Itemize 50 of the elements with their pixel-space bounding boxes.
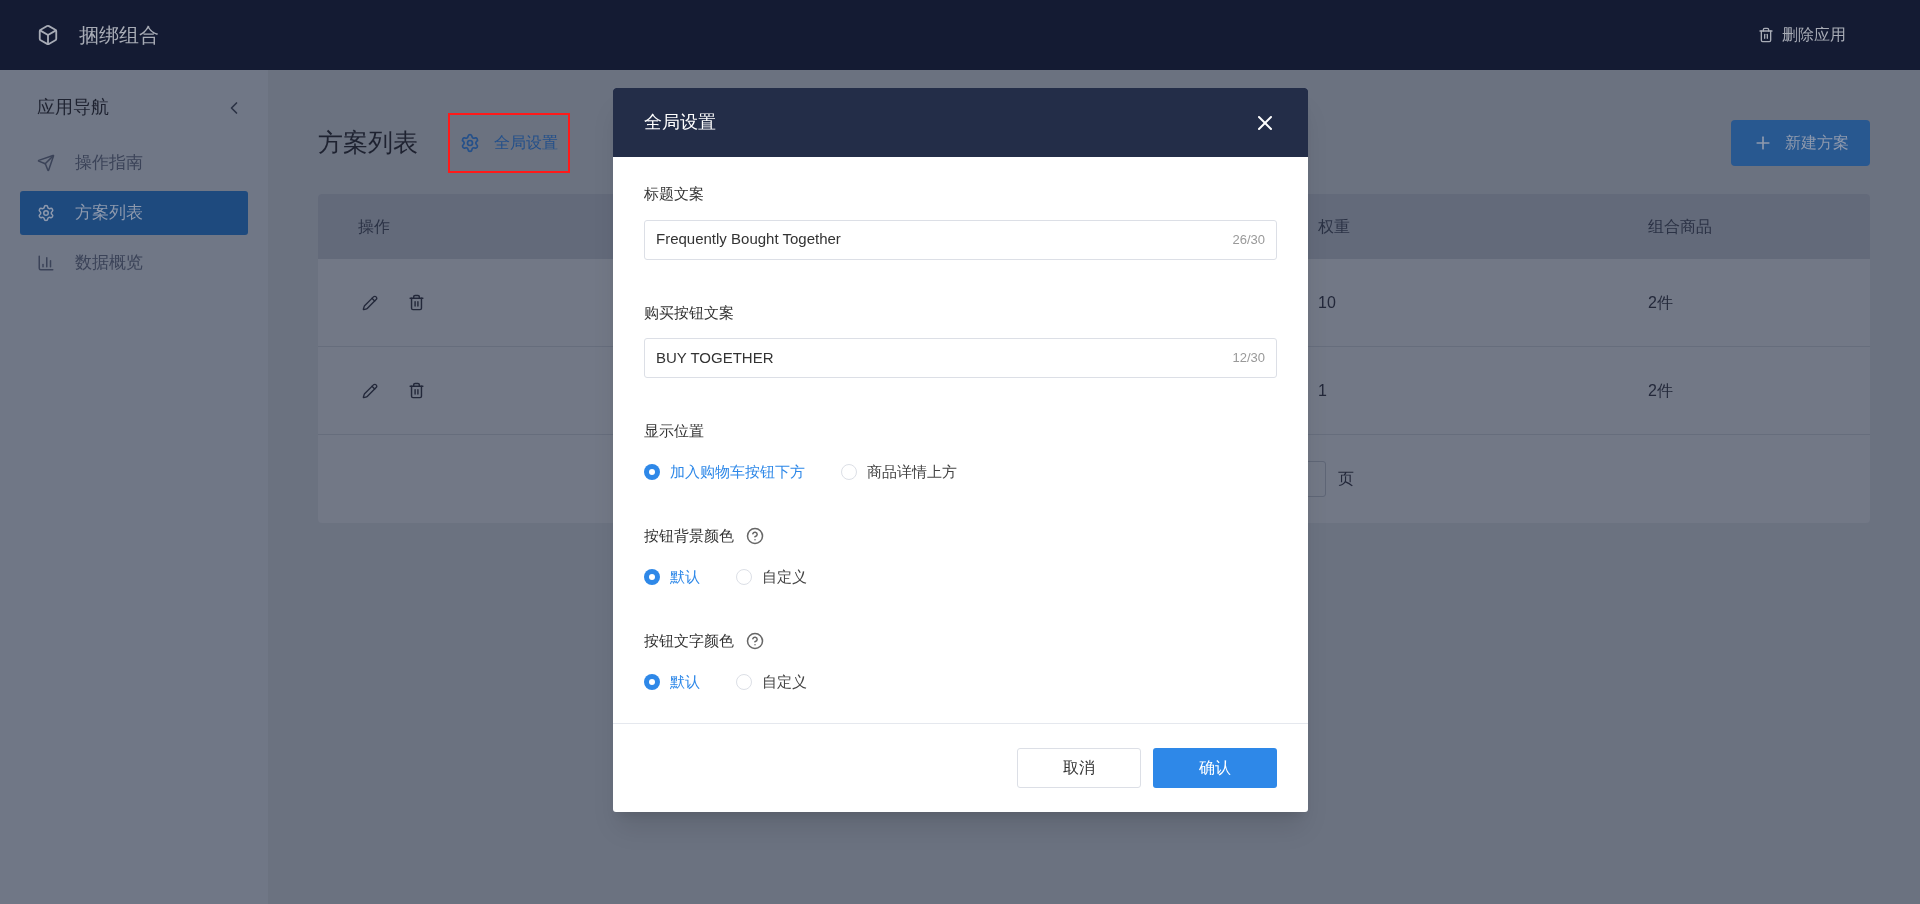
radio-option[interactable]: 加入购物车按钮下方	[644, 460, 805, 483]
radio-button[interactable]	[841, 463, 857, 480]
field-label: 显示位置	[644, 421, 704, 441]
page-title: 方案列表	[318, 127, 418, 159]
trash-icon[interactable]	[408, 382, 425, 399]
radio-button[interactable]	[736, 673, 752, 690]
confirm-button[interactable]: 确认	[1153, 748, 1277, 788]
radio-option[interactable]: 默认	[644, 565, 700, 588]
table-cell-text: 2件	[1648, 292, 1674, 313]
cube-icon	[37, 24, 59, 46]
radio-option[interactable]: 商品详情上方	[841, 460, 957, 483]
trash-icon	[1758, 27, 1774, 43]
radio-option[interactable]: 自定义	[736, 565, 807, 588]
radio-button[interactable]	[644, 673, 660, 690]
column-header: 操作	[357, 216, 391, 237]
radio-option[interactable]: 默认	[644, 670, 700, 693]
new-plan-button[interactable]: 新建方案	[1731, 120, 1870, 166]
dialog-title: 全局设置	[644, 111, 716, 134]
help-icon	[746, 632, 764, 651]
column-header: 组合商品	[1648, 216, 1713, 237]
pagination-label: 页	[1338, 469, 1354, 489]
sidebar-item[interactable]: 方案列表	[20, 191, 248, 235]
bar-chart-icon	[37, 254, 55, 272]
gear-icon	[460, 133, 480, 153]
cancel-button[interactable]: 取消	[1017, 748, 1141, 788]
trash-icon[interactable]	[408, 294, 425, 311]
table-cell-text: 2件	[1648, 380, 1674, 401]
radio-option[interactable]: 自定义	[736, 670, 807, 693]
app-title: 捆绑组合	[79, 23, 159, 48]
edit-icon[interactable]	[362, 294, 378, 311]
edit-icon[interactable]	[362, 382, 378, 399]
field-label: 按钮文字颜色	[644, 631, 734, 651]
column-header: 权重	[1318, 216, 1351, 237]
help-icon	[746, 527, 764, 546]
gear-icon	[37, 204, 55, 222]
delete-app-button[interactable]: 删除应用	[1758, 23, 1846, 47]
input-field[interactable]: Frequently Bought Together 26/30	[644, 219, 1277, 260]
field-label: 按钮背景颜色	[644, 526, 734, 546]
sidebar-title: 应用导航	[37, 96, 109, 119]
radio-button[interactable]	[644, 568, 660, 585]
field-label: 标题文案	[644, 184, 705, 204]
navigate-icon	[37, 154, 55, 172]
character-counter: 12/30	[1232, 349, 1265, 368]
field-label: 购买按钮文案	[644, 302, 735, 323]
character-counter: 26/30	[1232, 230, 1265, 249]
radio-button[interactable]	[736, 568, 752, 585]
table-cell-text: 10	[1318, 292, 1337, 313]
input-field[interactable]: BUY TOGETHER 12/30	[644, 338, 1277, 378]
radio-button[interactable]	[644, 463, 660, 480]
table-cell-text: 1	[1318, 380, 1328, 401]
